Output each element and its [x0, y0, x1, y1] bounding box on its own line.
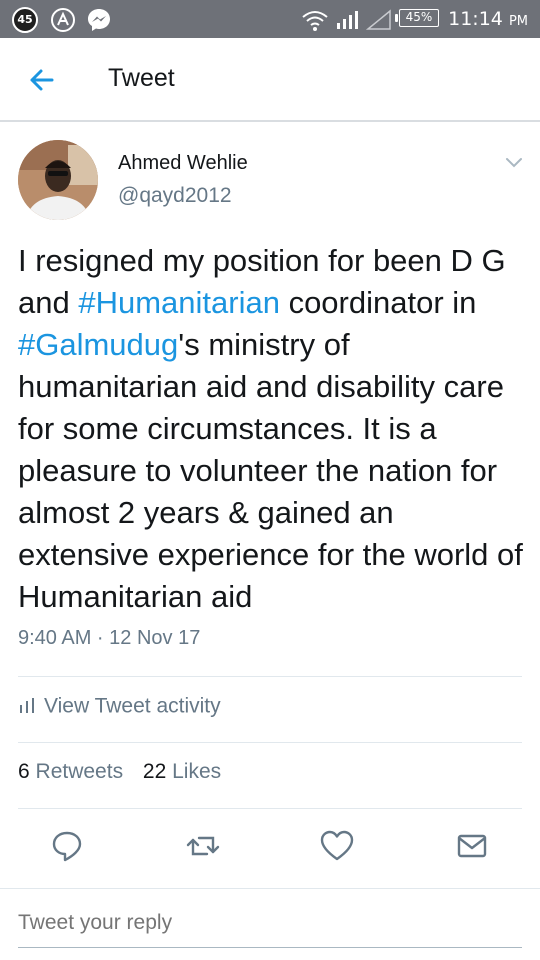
messenger-icon [88, 9, 110, 31]
likes-label: Likes [172, 760, 222, 783]
notification-badge: 45 [12, 7, 38, 33]
divider [18, 676, 522, 677]
retweet-icon[interactable] [183, 826, 223, 866]
clock-time: 11:14 [448, 8, 503, 30]
clock-suffix: PM [508, 14, 528, 29]
tweet-text: I resigned my position for been D G and … [18, 240, 528, 618]
battery-indicator: 45% [395, 9, 439, 27]
app-bar: Tweet [0, 38, 540, 122]
activity-label: View Tweet activity [44, 694, 221, 718]
back-arrow-icon[interactable] [22, 60, 62, 100]
heart-icon[interactable] [317, 826, 357, 866]
reply-icon[interactable] [47, 826, 87, 866]
reply-bar [0, 888, 540, 960]
direct-message-icon[interactable] [452, 826, 492, 866]
divider [18, 742, 522, 743]
page-title: Tweet [108, 64, 175, 92]
retweets-stat[interactable]: 6 Retweets [18, 760, 123, 784]
chevron-down-icon[interactable] [500, 150, 528, 174]
retweets-count: 6 [18, 760, 30, 783]
reply-input[interactable] [18, 911, 522, 948]
signal-empty-icon [366, 9, 391, 30]
wifi-icon [302, 11, 328, 31]
hashtag-link[interactable]: #Galmudug [18, 327, 178, 362]
app-notification-icon [51, 8, 75, 32]
hashtag-link[interactable]: #Humanitarian [78, 285, 280, 320]
tweet-text-part: coordinator in [279, 285, 477, 320]
view-tweet-activity-link[interactable]: View Tweet activity [18, 694, 221, 728]
likes-stat[interactable]: 22 Likes [143, 760, 221, 784]
author-handle[interactable]: @qayd2012 [118, 184, 232, 208]
status-bar: 45 45% 11:14 PM [0, 0, 540, 38]
author-name[interactable]: Ahmed Wehlie [118, 152, 248, 175]
tweet-timestamp: 9:40 AM · 12 Nov 17 [18, 627, 201, 649]
avatar[interactable] [18, 140, 98, 220]
tweet-stats: 6 Retweets 22 Likes [18, 760, 235, 784]
tweet-text-part: 's ministry of humanitarian aid and disa… [18, 327, 523, 614]
retweets-label: Retweets [35, 760, 124, 783]
divider [18, 808, 522, 809]
bar-chart-icon [20, 698, 34, 714]
likes-count: 22 [142, 760, 167, 783]
clock: 11:14 PM [448, 8, 528, 30]
signal-icon [337, 11, 358, 29]
